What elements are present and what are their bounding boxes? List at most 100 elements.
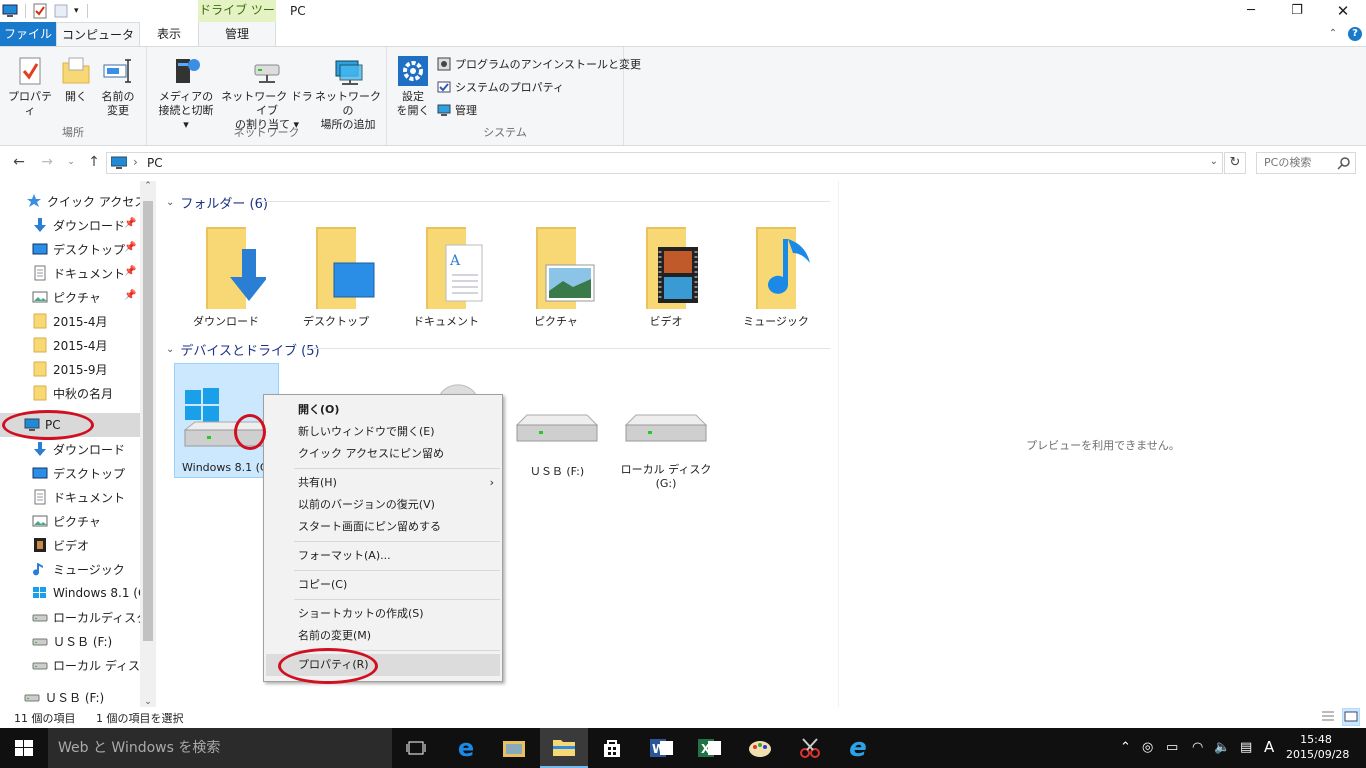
folder-pictures[interactable]: ピクチャ	[506, 225, 606, 329]
nav-usb[interactable]: ＵＳＢ (F:)	[24, 685, 156, 707]
task-view-button[interactable]	[392, 728, 440, 768]
nav-qa-pictures[interactable]: ピクチャ	[32, 285, 156, 309]
network-status-icon[interactable]: ◎	[1142, 740, 1153, 755]
menu-format[interactable]: フォーマット(A)...	[266, 545, 500, 567]
taskbar-search[interactable]: Web と Windows を検索	[48, 728, 392, 768]
nav-pc-downloads[interactable]: ダウンロード	[32, 437, 156, 461]
nav-pc-drive-g[interactable]: ローカル ディスク (G	[32, 653, 156, 677]
pin-icon[interactable]: 📌	[124, 290, 136, 301]
nav-scrollbar-thumb[interactable]	[143, 201, 153, 641]
menu-create-shortcut[interactable]: ショートカットの作成(S)	[266, 603, 500, 625]
nav-pc-pictures[interactable]: ピクチャ	[32, 509, 156, 533]
nav-pc-drive-d[interactable]: ローカルディスク (D:	[32, 605, 156, 629]
scroll-down-icon[interactable]: ⌄	[140, 697, 156, 707]
nav-qa-desktop[interactable]: デスクトップ	[32, 237, 156, 261]
taskbar-explorer-alt[interactable]	[490, 728, 538, 768]
ime-indicator[interactable]: A	[1264, 738, 1274, 756]
nav-pc-documents[interactable]: ドキュメント	[32, 485, 156, 509]
minimize-button[interactable]: ─	[1228, 0, 1274, 22]
search-input[interactable]	[1264, 156, 1334, 169]
notification-icon[interactable]: ▤	[1240, 740, 1252, 755]
taskbar-file-explorer[interactable]	[540, 728, 588, 768]
chevron-down-icon[interactable]: ▾	[74, 6, 79, 16]
folders-group-header[interactable]: ⌄ フォルダー (6)	[166, 193, 268, 212]
menu-open-new-window[interactable]: 新しいウィンドウで開く(E)	[266, 421, 500, 443]
nav-pc-drive-f[interactable]: ＵＳＢ (F:)	[32, 629, 156, 653]
folder-music[interactable]: ミュージック	[726, 225, 826, 329]
nav-pc-desktop[interactable]: デスクトップ	[32, 461, 156, 485]
close-button[interactable]: ✕	[1320, 0, 1366, 22]
pin-icon[interactable]: 📌	[124, 242, 136, 253]
back-arrow-icon[interactable]: ←	[10, 153, 28, 171]
nav-pc-drive-c[interactable]: Windows 8.1 (C:)	[32, 581, 156, 605]
nav-pc-videos[interactable]: ビデオ	[32, 533, 156, 557]
tab-file[interactable]: ファイル	[0, 22, 56, 46]
media-connect-button[interactable]: メディアの 接続と切断 ▾	[155, 55, 217, 132]
folder-videos[interactable]: ビデオ	[616, 225, 716, 329]
manage-button[interactable]: 管理	[437, 102, 477, 118]
show-hidden-icons-icon[interactable]: ⌃	[1120, 740, 1131, 755]
taskbar-paint[interactable]	[736, 728, 784, 768]
pc-icon[interactable]	[2, 3, 18, 19]
taskbar-internet-explorer[interactable]: e	[834, 728, 882, 768]
menu-rename[interactable]: 名前の変更(M)	[266, 625, 500, 647]
breadcrumb[interactable]: PC	[147, 156, 163, 170]
tab-manage[interactable]: 管理	[198, 22, 276, 46]
nav-qa-documents[interactable]: ドキュメント	[32, 261, 156, 285]
drive-g[interactable]: ローカル ディスク (G:)	[616, 413, 716, 491]
system-properties-button[interactable]: システムのプロパティ	[437, 79, 564, 95]
refresh-button[interactable]: ↻	[1224, 152, 1246, 174]
nav-pc-music[interactable]: ミュージック	[32, 557, 156, 581]
chevron-up-icon[interactable]: ⌃	[1326, 27, 1340, 41]
menu-restore-previous[interactable]: 以前のバージョンの復元(V)	[266, 494, 500, 516]
menu-copy[interactable]: コピー(C)	[266, 574, 500, 596]
uninstall-programs-button[interactable]: プログラムのアンインストールと変更	[437, 56, 641, 72]
open-button[interactable]: 開く	[58, 55, 94, 104]
scroll-up-icon[interactable]: ⌃	[140, 181, 156, 191]
menu-pin-quick-access[interactable]: クイック アクセスにピン留め	[266, 443, 500, 465]
properties-button[interactable]: プロパティ	[5, 55, 55, 118]
pin-icon[interactable]: 📌	[124, 218, 136, 229]
folder-desktop[interactable]: デスクトップ	[286, 225, 386, 329]
menu-share[interactable]: 共有(H) ›	[266, 472, 500, 494]
taskbar-edge[interactable]: e	[442, 728, 490, 768]
tab-view[interactable]: 表示	[140, 22, 198, 46]
map-network-drive-button[interactable]: ネットワーク ドライブ の割り当て ▾	[221, 55, 313, 132]
wifi-icon[interactable]: ◠	[1192, 740, 1203, 755]
drives-group-header[interactable]: ⌄ デバイスとドライブ (5)	[166, 340, 320, 359]
rename-button[interactable]: 名前の 変更	[96, 55, 140, 118]
nav-quick-access[interactable]: クイック アクセス	[26, 189, 156, 213]
taskbar-word[interactable]: W	[638, 728, 686, 768]
new-folder-icon[interactable]	[53, 3, 69, 19]
taskbar-excel[interactable]: X	[686, 728, 734, 768]
open-settings-button[interactable]: 設定 を開く	[393, 55, 433, 118]
menu-pin-start[interactable]: スタート画面にピン留めする	[266, 516, 500, 538]
start-button[interactable]	[0, 728, 48, 768]
nav-qa-folder[interactable]: 2015-9月	[32, 357, 156, 381]
battery-icon[interactable]: ▭	[1166, 740, 1178, 755]
search-icon[interactable]	[1337, 156, 1351, 170]
tab-computer[interactable]: コンピューター	[56, 22, 140, 66]
details-view-icon[interactable]	[1320, 709, 1336, 725]
taskbar-store[interactable]	[588, 728, 636, 768]
address-bar[interactable]: › PC ⌄	[106, 152, 1223, 174]
forward-arrow-icon[interactable]: →	[38, 153, 56, 171]
folder-downloads[interactable]: ダウンロード	[176, 225, 276, 329]
properties-icon[interactable]	[32, 3, 48, 19]
nav-qa-folder[interactable]: 中秋の名月	[32, 381, 156, 405]
volume-icon[interactable]: 🔈	[1214, 740, 1230, 755]
up-arrow-icon[interactable]: ↑	[85, 153, 103, 171]
menu-open[interactable]: 開く(O)	[266, 399, 500, 421]
add-network-location-button[interactable]: ネットワークの 場所の追加	[315, 55, 381, 132]
recent-locations-icon[interactable]: ⌄	[62, 153, 80, 171]
nav-qa-folder[interactable]: 2015-4月	[32, 309, 156, 333]
nav-qa-folder[interactable]: 2015-4月	[32, 333, 156, 357]
clock[interactable]: 15:48 2015/09/28	[1286, 732, 1349, 762]
maximize-button[interactable]: ❐	[1274, 0, 1320, 22]
taskbar-snipping-tool[interactable]	[786, 728, 834, 768]
help-icon[interactable]: ?	[1348, 27, 1362, 41]
pin-icon[interactable]: 📌	[124, 266, 136, 277]
drive-f[interactable]: ＵＳＢ (F:)	[507, 413, 607, 479]
chevron-down-icon[interactable]: ⌄	[1210, 156, 1218, 167]
nav-qa-downloads[interactable]: ダウンロード	[32, 213, 156, 237]
